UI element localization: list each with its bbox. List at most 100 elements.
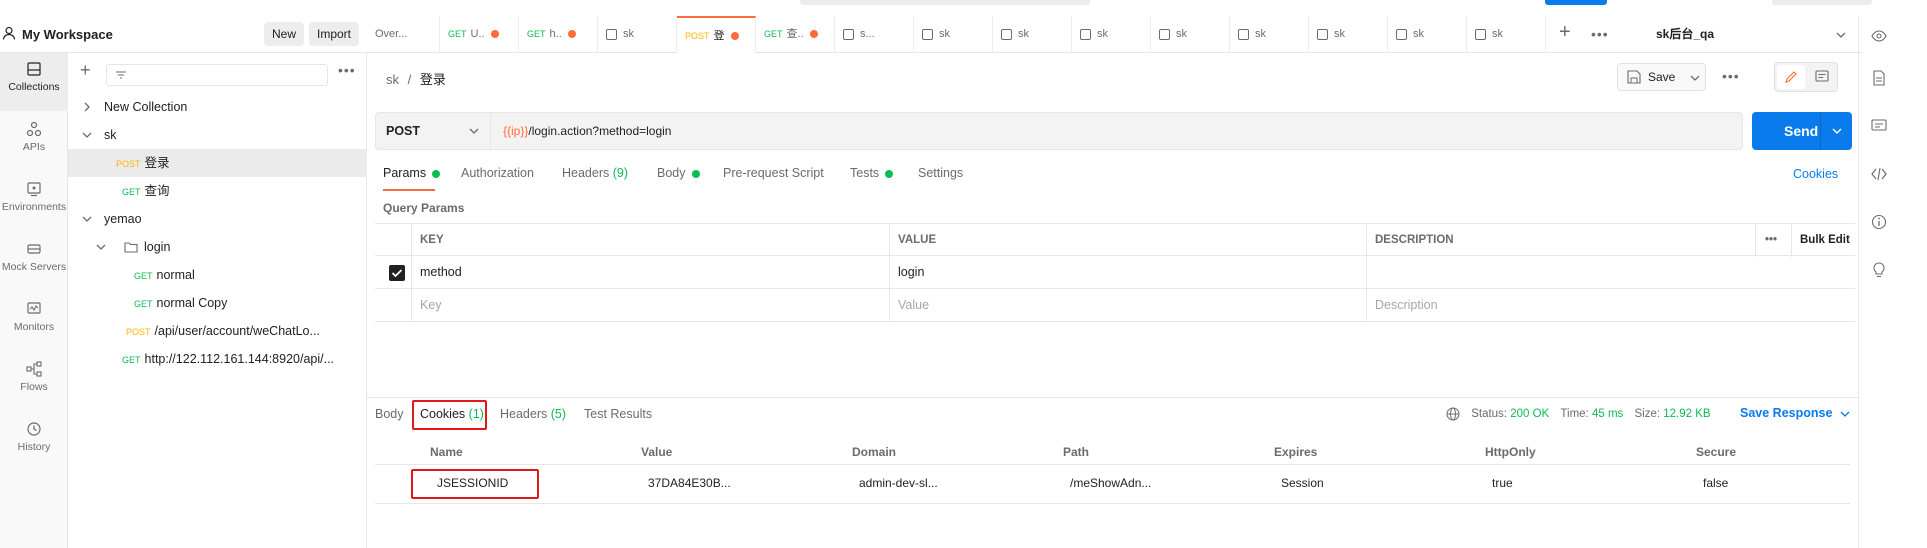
tree-item[interactable]: GET http://122.112.161.144:8920/api/... bbox=[68, 345, 367, 373]
enabled-checkbox[interactable] bbox=[389, 265, 405, 281]
tab-request[interactable]: GET h.. bbox=[519, 16, 598, 53]
tab-settings[interactable]: Settings bbox=[918, 166, 963, 180]
tabs-more-icon[interactable]: ••• bbox=[1591, 26, 1609, 42]
tab-collection[interactable]: sk bbox=[598, 16, 677, 53]
value-placeholder[interactable]: Value bbox=[889, 289, 1366, 322]
url-input[interactable]: {{ip}}/login.action?method=login bbox=[503, 113, 1733, 149]
chevron-down-icon[interactable] bbox=[96, 242, 106, 252]
chevron-down-icon[interactable] bbox=[82, 214, 92, 224]
param-value[interactable]: login bbox=[889, 256, 1366, 289]
tab-label: Body bbox=[657, 166, 686, 180]
column-header-key: KEY bbox=[411, 224, 889, 257]
tree-item[interactable]: GET normal Copy bbox=[68, 289, 367, 317]
time-value[interactable]: 45 ms bbox=[1592, 408, 1623, 420]
chevron-right-icon[interactable] bbox=[82, 102, 92, 112]
rail-apis[interactable]: APIs bbox=[0, 113, 68, 171]
comment-mode-icon[interactable] bbox=[1815, 70, 1829, 84]
tab-request[interactable]: GET U.. bbox=[440, 16, 519, 53]
tab-runner[interactable]: sk bbox=[1151, 16, 1230, 53]
key-placeholder[interactable]: Key bbox=[411, 289, 889, 322]
tab-prerequest-script[interactable]: Pre-request Script bbox=[723, 166, 824, 180]
save-dropdown[interactable] bbox=[1684, 63, 1706, 91]
tree-item[interactable]: yemao bbox=[68, 205, 367, 233]
code-icon[interactable] bbox=[1871, 166, 1887, 182]
tab-tests[interactable]: Tests bbox=[850, 166, 894, 180]
rail-flows[interactable]: Flows bbox=[0, 353, 68, 411]
highlight-box bbox=[411, 469, 539, 499]
edit-mode-button[interactable] bbox=[1777, 65, 1805, 89]
tab-runner[interactable]: sk bbox=[1309, 16, 1388, 53]
tree-item[interactable]: POST 登录 bbox=[68, 149, 367, 177]
chevron-down-icon[interactable] bbox=[82, 130, 92, 140]
new-tab-icon[interactable]: + bbox=[1559, 21, 1571, 44]
rail-history[interactable]: History bbox=[0, 413, 68, 471]
tab-headers[interactable]: Headers (9) bbox=[562, 166, 628, 180]
tree-more-icon[interactable]: ••• bbox=[338, 62, 356, 78]
tree-item[interactable]: New Collection bbox=[68, 93, 367, 121]
tree-item[interactable]: login bbox=[68, 233, 367, 261]
tab-runner[interactable]: sk bbox=[993, 16, 1072, 53]
tab-body[interactable]: Body bbox=[657, 166, 700, 180]
param-description[interactable] bbox=[1366, 256, 1855, 289]
tree-item[interactable]: POST/api/user/account/weChatLo... bbox=[68, 317, 367, 345]
status-value[interactable]: 200 OK bbox=[1510, 408, 1549, 420]
environment-select[interactable]: sk后台_qa bbox=[1656, 16, 1862, 53]
tab-runner[interactable]: sk bbox=[914, 16, 993, 53]
resp-tab-body[interactable]: Body bbox=[375, 407, 404, 421]
info-icon[interactable] bbox=[1871, 214, 1887, 230]
resp-tab-test-results[interactable]: Test Results bbox=[584, 407, 652, 421]
runner-icon bbox=[1317, 28, 1328, 40]
tree-item[interactable]: GET normal bbox=[68, 261, 367, 289]
documentation-icon[interactable] bbox=[1871, 70, 1887, 86]
method-badge: GET bbox=[448, 29, 467, 39]
rail-monitors[interactable]: Monitors bbox=[0, 293, 68, 351]
right-sidebar bbox=[1858, 16, 1898, 548]
globe-icon[interactable] bbox=[1446, 407, 1460, 421]
tree-item[interactable]: GET 查询 bbox=[68, 177, 367, 205]
tab-runner[interactable]: sk bbox=[1072, 16, 1151, 53]
tab-runner[interactable]: sk bbox=[1467, 16, 1546, 53]
unsaved-dot bbox=[809, 30, 818, 39]
account-area-edge[interactable] bbox=[1772, 0, 1872, 5]
tab-params[interactable]: Params bbox=[383, 166, 441, 180]
save-response-button[interactable]: Save Response bbox=[1740, 406, 1850, 420]
comments-icon[interactable] bbox=[1871, 118, 1887, 134]
request-more-icon[interactable]: ••• bbox=[1722, 68, 1740, 84]
param-key[interactable]: method bbox=[411, 256, 889, 289]
tab-active-request[interactable]: POST 登 bbox=[677, 16, 756, 53]
search-bar-edge[interactable] bbox=[800, 0, 1090, 5]
chevron-down-icon[interactable] bbox=[1832, 126, 1842, 136]
rail-environments[interactable]: Environments bbox=[0, 173, 68, 231]
eye-icon[interactable] bbox=[1871, 28, 1887, 44]
lightbulb-icon[interactable] bbox=[1871, 262, 1887, 278]
tab-label: s... bbox=[860, 28, 875, 40]
tab-example[interactable]: s... bbox=[835, 16, 914, 53]
send-button[interactable]: Send bbox=[1752, 112, 1852, 150]
tree-item[interactable]: sk bbox=[68, 121, 367, 149]
description-placeholder[interactable]: Description bbox=[1366, 289, 1855, 322]
tab-authorization[interactable]: Authorization bbox=[461, 166, 534, 180]
rail-mock-servers[interactable]: Mock Servers bbox=[0, 233, 68, 291]
size-value[interactable]: 12.92 KB bbox=[1663, 408, 1710, 420]
resp-tab-headers[interactable]: Headers (5) bbox=[500, 407, 566, 421]
tab-runner[interactable]: sk bbox=[1388, 16, 1467, 53]
import-button[interactable]: Import bbox=[309, 22, 360, 46]
upgrade-button-edge[interactable] bbox=[1545, 0, 1607, 5]
bulk-edit-button[interactable]: Bulk Edit bbox=[1791, 224, 1855, 257]
tab-label: Headers bbox=[500, 407, 548, 421]
method-select[interactable]: POST bbox=[376, 113, 491, 149]
new-button[interactable]: New bbox=[264, 22, 305, 46]
tab-request[interactable]: GET 查.. bbox=[756, 16, 835, 53]
mode-toggle[interactable] bbox=[1774, 62, 1838, 92]
filter-input[interactable] bbox=[106, 64, 328, 86]
save-button[interactable]: Save bbox=[1617, 63, 1685, 91]
cookies-link[interactable]: Cookies bbox=[1793, 167, 1838, 181]
breadcrumb-current[interactable]: 登录 bbox=[420, 72, 446, 87]
rail-collections[interactable]: Collections bbox=[0, 53, 68, 111]
tab-overview[interactable]: Over... bbox=[367, 16, 440, 53]
workspace-title[interactable]: My Workspace bbox=[22, 27, 113, 42]
table-more-icon[interactable]: ••• bbox=[1755, 224, 1791, 257]
add-collection-icon[interactable]: + bbox=[80, 60, 91, 81]
breadcrumb-parent[interactable]: sk bbox=[386, 72, 399, 87]
tab-runner[interactable]: sk bbox=[1230, 16, 1309, 53]
